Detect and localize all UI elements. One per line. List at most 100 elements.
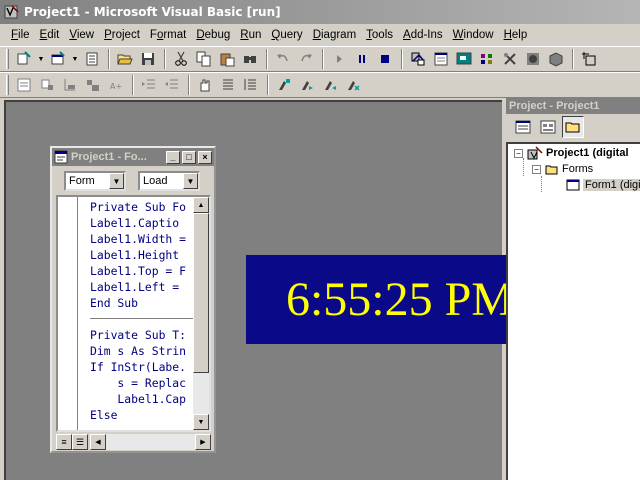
object-browser-button[interactable] [476,48,498,70]
code-line[interactable]: Label1.Width = [90,231,196,247]
code-window-titlebar[interactable]: Project1 - Fo... _ □ × [52,148,214,166]
code-line[interactable]: End Sub [90,295,196,311]
toggle-folders-button[interactable] [562,116,584,138]
toolbar-grip[interactable] [6,49,9,69]
add-form-dropdown[interactable]: ▼ [70,48,80,70]
next-bookmark-button[interactable] [296,74,318,96]
start-button[interactable] [328,48,350,70]
list-constants-button[interactable] [36,74,58,96]
end-button[interactable] [374,48,396,70]
toggle-breakpoint-button[interactable] [194,74,216,96]
code-line[interactable]: Label1.Captio [90,215,196,231]
project-explorer-button[interactable] [407,48,429,70]
view-object-button[interactable] [537,116,559,138]
scroll-down-button[interactable]: ▼ [193,414,209,430]
scroll-thumb[interactable] [193,213,209,373]
code-line[interactable]: Else [90,407,196,423]
menu-tools[interactable]: Tools [361,29,398,41]
add-project-button[interactable] [13,48,35,70]
toolbar-grip[interactable] [6,75,9,95]
horizontal-scrollbar[interactable]: ◀ ▶ [90,434,211,450]
collapse-icon[interactable]: − [532,164,541,174]
redo-button[interactable] [295,48,317,70]
menu-debug[interactable]: Debug [191,29,235,41]
procedure-view-button[interactable]: ≡ [56,434,72,450]
view-code-button[interactable] [512,116,534,138]
outdent-button[interactable] [161,74,183,96]
menu-format[interactable]: Format [145,29,191,41]
code-line[interactable]: Private Sub Fo [90,199,196,215]
position-button[interactable] [578,48,600,70]
paste-button[interactable] [216,48,238,70]
menu-editor-button[interactable] [81,48,103,70]
previous-bookmark-button[interactable] [319,74,341,96]
scroll-right-button[interactable]: ▶ [195,434,211,450]
code-text[interactable]: Private Sub Fo Label1.Captio Label1.Width … [90,199,196,431]
tree-node-project[interactable]: − Project1 (digital [514,146,629,160]
data-view-button[interactable] [522,48,544,70]
collapse-icon[interactable]: − [514,148,523,158]
list-properties-button[interactable] [13,74,35,96]
chevron-down-icon[interactable]: ▼ [109,173,124,189]
margin-indicator-bar[interactable] [58,197,78,430]
copy-button[interactable] [193,48,215,70]
vertical-scrollbar[interactable]: ▲ ▼ [193,197,209,430]
project-tree[interactable]: − Project1 (digital − Forms Form1 (digi [506,142,640,480]
quick-info-button[interactable] [59,74,81,96]
menu-edit[interactable]: Edit [35,29,65,41]
standard-toolbar: ▼ ▼ [0,46,640,72]
component-manager-button[interactable] [545,48,567,70]
full-module-view-button[interactable]: ☰ [72,434,88,450]
add-project-dropdown[interactable]: ▼ [36,48,46,70]
scroll-left-button[interactable]: ◀ [90,434,106,450]
scroll-up-button[interactable]: ▲ [193,197,209,213]
code-window[interactable]: Project1 - Fo... _ □ × Form ▼ Load ▼ Pri… [50,146,216,453]
code-editor[interactable]: Private Sub Fo Label1.Captio Label1.Width … [56,195,211,432]
code-line[interactable]: s = Replac [90,375,196,391]
close-button[interactable]: × [198,150,212,164]
title-bar[interactable]: Project1 - Microsoft Visual Basic [run] [0,0,640,24]
code-line[interactable]: Dim s As Strin [90,343,196,359]
next-bookmark-icon [302,81,313,90]
code-line[interactable]: Label1.Height [90,247,196,263]
menu-run[interactable]: Run [235,29,266,41]
open-project-button[interactable] [114,48,136,70]
maximize-button[interactable]: □ [182,150,196,164]
code-line[interactable]: Private Sub T: [90,327,196,343]
menu-project[interactable]: Project [99,29,145,41]
object-combo[interactable]: Form ▼ [64,171,126,191]
menu-window[interactable]: Window [448,29,499,41]
minimize-button[interactable]: _ [166,150,180,164]
save-project-button[interactable] [137,48,159,70]
menu-view[interactable]: View [64,29,99,41]
code-line[interactable]: Label1.Top = F [90,263,196,279]
parameter-info-button[interactable] [82,74,104,96]
menu-add-ins[interactable]: Add-Ins [398,29,448,41]
add-form-button[interactable] [47,48,69,70]
code-line[interactable]: Label1.Cap [90,391,196,407]
menu-help[interactable]: Help [499,29,533,41]
break-button[interactable] [351,48,373,70]
comment-block-button[interactable] [217,74,239,96]
procedure-combo[interactable]: Load ▼ [138,171,200,191]
code-line[interactable]: Label1.Left = [90,279,196,295]
toggle-bookmark-button[interactable] [273,74,295,96]
form-layout-button[interactable] [453,48,475,70]
uncomment-block-button[interactable] [240,74,262,96]
tree-node-forms[interactable]: − Forms [532,163,593,175]
find-button[interactable] [239,48,261,70]
menu-diagram[interactable]: Diagram [308,29,361,41]
tree-node-form1[interactable]: Form1 (digi [566,179,640,191]
code-line[interactable]: If InStr(Labe. [90,359,196,375]
clear-bookmarks-button[interactable] [342,74,364,96]
menu-query[interactable]: Query [266,29,307,41]
chevron-down-icon[interactable]: ▼ [183,173,198,189]
project-explorer-title[interactable]: Project - Project1 [506,98,640,114]
complete-word-button[interactable]: A+ [105,74,127,96]
properties-window-button[interactable] [430,48,452,70]
toolbox-button[interactable] [499,48,521,70]
indent-button[interactable] [138,74,160,96]
undo-button[interactable] [272,48,294,70]
cut-button[interactable] [170,48,192,70]
menu-file[interactable]: File [6,29,35,41]
